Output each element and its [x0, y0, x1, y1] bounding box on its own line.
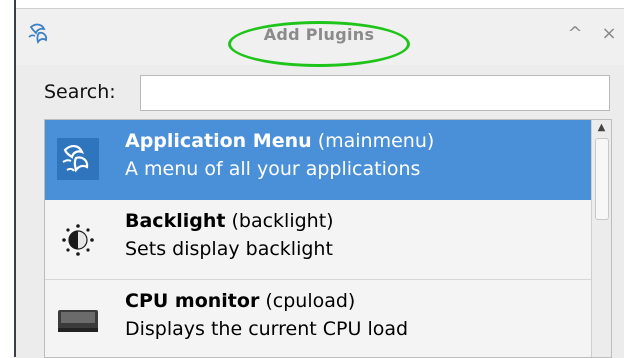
plugin-row-cpuload[interactable]: CPU monitor (cpuload) Displays the curre…	[45, 280, 591, 357]
plugin-id: (mainmenu)	[317, 130, 435, 152]
scrollbar-thumb[interactable]	[595, 138, 609, 220]
plugin-title: CPU monitor (cpuload)	[125, 290, 355, 312]
plugin-name: CPU monitor	[125, 290, 260, 312]
titlebar[interactable]: Add Plugins ^ ×	[16, 9, 624, 67]
plugin-description: Displays the current CPU load	[125, 318, 409, 340]
cpu-chip-icon	[58, 310, 98, 332]
list-scrollbar[interactable]: ▲	[591, 120, 611, 357]
close-button[interactable]: ×	[598, 23, 620, 45]
plugin-id: (cpuload)	[265, 290, 356, 312]
search-input[interactable]	[140, 75, 610, 111]
dialog-title: Add Plugins	[263, 25, 375, 44]
plugin-title: Application Menu (mainmenu)	[125, 130, 434, 152]
scroll-up-arrow-icon[interactable]: ▲	[592, 120, 611, 136]
add-plugins-dialog: Add Plugins ^ × Search: Application Menu…	[16, 8, 624, 358]
plugin-id: (backlight)	[231, 210, 334, 232]
search-label: Search:	[44, 81, 116, 103]
plugin-row-backlight[interactable]: Backlight (backlight) Sets display backl…	[45, 200, 591, 280]
pinwheel-logo-icon	[28, 23, 48, 45]
brightness-icon	[62, 224, 94, 256]
plugin-row-mainmenu[interactable]: Application Menu (mainmenu) A menu of al…	[45, 120, 591, 200]
app-menu-icon	[57, 138, 99, 180]
plugin-name: Backlight	[125, 210, 226, 232]
plugin-description: A menu of all your applications	[125, 158, 421, 180]
minimize-button[interactable]: ^	[564, 23, 586, 45]
plugin-description: Sets display backlight	[125, 238, 333, 260]
plugin-title: Backlight (backlight)	[125, 210, 334, 232]
plugin-name: Application Menu	[125, 130, 312, 152]
plugin-list: Application Menu (mainmenu) A menu of al…	[44, 119, 612, 358]
